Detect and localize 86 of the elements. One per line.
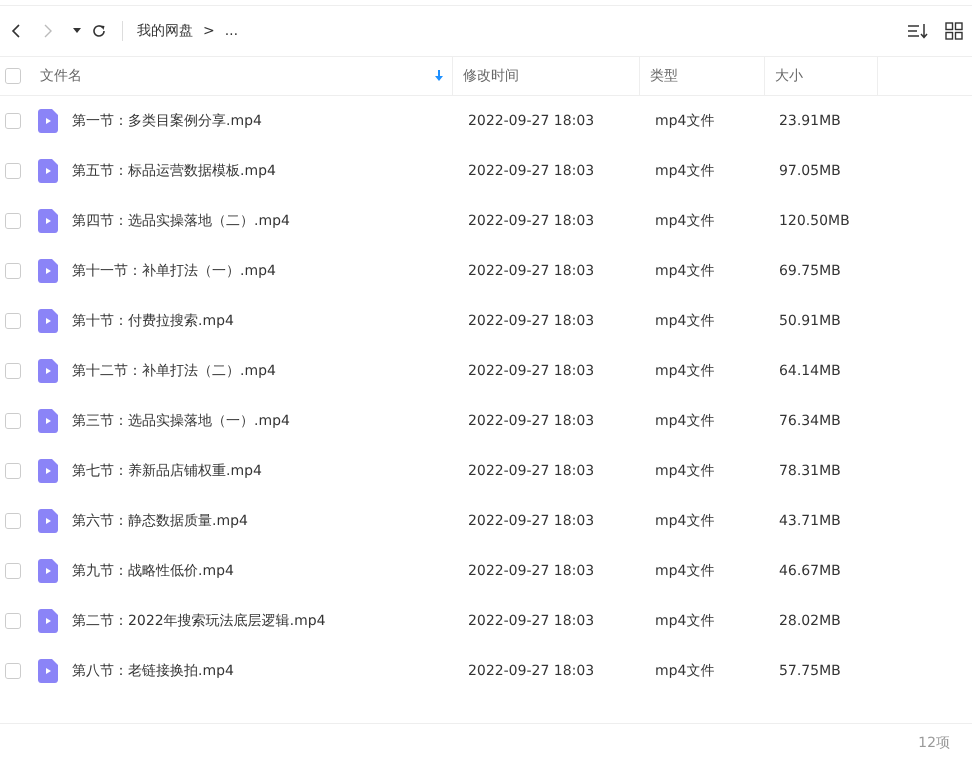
row-checkbox[interactable] [5,163,21,179]
caret-icon [73,28,81,34]
row-checkbox[interactable] [5,413,21,429]
file-size: 23.91MB [779,113,841,129]
sort-descending-icon [434,70,444,82]
video-file-icon [38,659,58,683]
modified-time: 2022-09-27 18:03 [468,363,594,379]
row-checkbox[interactable] [5,213,21,229]
modified-time: 2022-09-27 18:03 [468,463,594,479]
row-checkbox[interactable] [5,563,21,579]
file-type: mp4文件 [655,463,714,479]
file-type: mp4文件 [655,663,714,679]
column-header[interactable]: 修改时间 [463,67,519,85]
video-file-icon [38,309,58,333]
video-file-icon [38,559,58,583]
breadcrumb-item[interactable]: 我的网盘 [137,22,193,40]
modified-time: 2022-09-27 18:03 [468,563,594,579]
refresh-icon [91,23,107,39]
file-type: mp4文件 [655,263,714,279]
row-checkbox[interactable] [5,263,21,279]
file-name[interactable]: 第二节：2022年搜索玩法底层逻辑.mp4 [72,612,326,630]
file-size: 76.34MB [779,413,841,429]
file-size: 78.31MB [779,463,841,479]
file-name[interactable]: 第十二节：补单打法（二）.mp4 [72,362,276,380]
file-size: 64.14MB [779,363,841,379]
file-size: 46.67MB [779,563,841,579]
modified-time: 2022-09-27 18:03 [468,163,594,179]
sort-icon [907,23,929,39]
row-checkbox[interactable] [5,113,21,129]
file-name[interactable]: 第五节：标品运营数据模板.mp4 [72,162,276,180]
breadcrumb-item[interactable]: ... [224,23,238,39]
file-type: mp4文件 [655,413,714,429]
file-size: 50.91MB [779,313,841,329]
file-type: mp4文件 [655,163,714,179]
modified-time: 2022-09-27 18:03 [468,613,594,629]
video-file-icon [38,159,58,183]
file-type: mp4文件 [655,113,714,129]
file-type: mp4文件 [655,513,714,529]
video-file-icon [38,359,58,383]
file-name[interactable]: 第七节：养新品店铺权重.mp4 [72,462,262,480]
row-checkbox[interactable] [5,363,21,379]
video-file-icon [38,459,58,483]
row-checkbox[interactable] [5,613,21,629]
column-header[interactable]: 文件名 [40,67,82,85]
video-file-icon [38,609,58,633]
column-header[interactable]: 类型 [650,67,678,85]
column-header[interactable]: 大小 [775,67,803,85]
file-name[interactable]: 第三节：选品实操落地（一）.mp4 [72,412,290,430]
file-size: 28.02MB [779,613,841,629]
modified-time: 2022-09-27 18:03 [468,113,594,129]
row-checkbox[interactable] [5,663,21,679]
file-name[interactable]: 第九节：战略性低价.mp4 [72,562,234,580]
file-name[interactable]: 第一节：多类目案例分享.mp4 [72,112,262,130]
select-all-checkbox[interactable] [5,68,21,84]
file-type: mp4文件 [655,213,714,229]
item-count: 12项 [918,734,950,752]
file-name[interactable]: 第八节：老链接换拍.mp4 [72,662,234,680]
row-checkbox[interactable] [5,463,21,479]
file-name[interactable]: 第四节：选品实操落地（二）.mp4 [72,212,290,230]
file-name[interactable]: 第十节：付费拉搜索.mp4 [72,312,234,330]
video-file-icon [38,409,58,433]
file-size: 43.71MB [779,513,841,529]
row-checkbox[interactable] [5,513,21,529]
file-type: mp4文件 [655,363,714,379]
file-size: 57.75MB [779,663,841,679]
row-checkbox[interactable] [5,313,21,329]
file-type: mp4文件 [655,313,714,329]
video-file-icon [38,109,58,133]
file-type: mp4文件 [655,563,714,579]
file-size: 69.75MB [779,263,841,279]
modified-time: 2022-09-27 18:03 [468,413,594,429]
grid-icon [945,22,963,40]
video-file-icon [38,209,58,233]
file-name[interactable]: 第十一节：补单打法（一）.mp4 [72,262,276,280]
video-file-icon [38,509,58,533]
file-name[interactable]: 第六节：静态数据质量.mp4 [72,512,248,530]
modified-time: 2022-09-27 18:03 [468,213,594,229]
modified-time: 2022-09-27 18:03 [468,263,594,279]
file-type: mp4文件 [655,613,714,629]
file-size: 120.50MB [779,213,850,229]
file-size: 97.05MB [779,163,841,179]
modified-time: 2022-09-27 18:03 [468,513,594,529]
modified-time: 2022-09-27 18:03 [468,313,594,329]
breadcrumb-separator: > [203,23,215,39]
modified-time: 2022-09-27 18:03 [468,663,594,679]
video-file-icon [38,259,58,283]
